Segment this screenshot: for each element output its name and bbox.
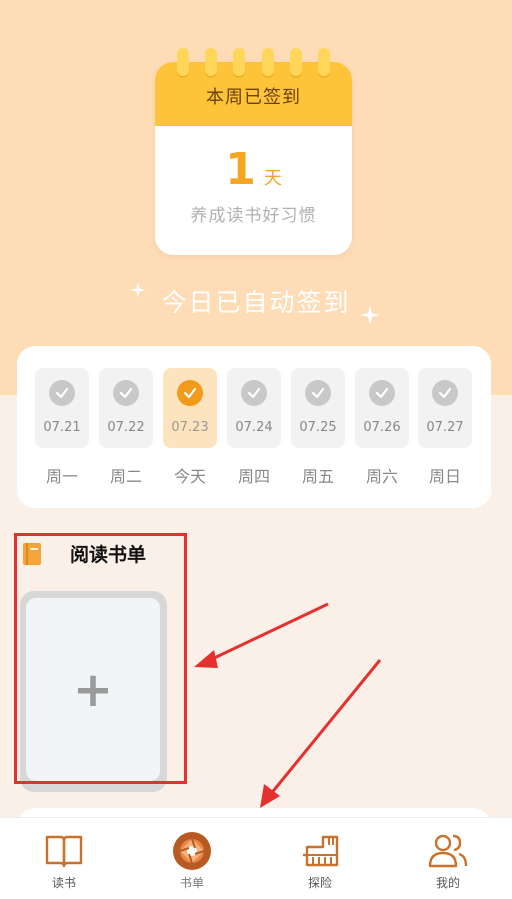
weekday-label: 周日 — [428, 467, 461, 486]
day-cell: 07.21 — [35, 368, 89, 448]
nav-item-profile[interactable]: 我的 — [384, 818, 512, 899]
day-cell-today: 07.23 — [163, 368, 217, 448]
aperture-icon — [173, 832, 211, 870]
check-icon — [49, 380, 75, 406]
day-date: 07.22 — [107, 420, 145, 435]
checkin-calendar-card: 本周已签到 1 天 养成读书好习惯 — [155, 62, 352, 255]
check-icon — [305, 380, 331, 406]
day-date: 07.25 — [299, 420, 337, 435]
day-cell: 07.26 — [355, 368, 409, 448]
check-icon — [432, 380, 458, 406]
bottom-nav: 读书 书单 探险 我的 — [0, 817, 512, 899]
days-count: 1 — [225, 144, 256, 195]
day-cell: 07.24 — [227, 368, 281, 448]
weekday-label: 周五 — [301, 467, 334, 486]
weekday-label: 周一 — [45, 467, 78, 486]
nav-label: 书单 — [179, 876, 204, 890]
nav-label: 探险 — [307, 876, 332, 890]
weekday-label: 周二 — [109, 467, 142, 486]
check-icon — [113, 380, 139, 406]
check-icon — [177, 380, 203, 406]
weekday-label: 今天 — [173, 467, 206, 486]
day-date: 07.27 — [426, 420, 464, 435]
days-unit: 天 — [263, 168, 282, 189]
day-cell: 07.22 — [99, 368, 153, 448]
check-icon — [241, 380, 267, 406]
auto-signed-text: 今日已自动签到 — [161, 288, 351, 317]
day-date: 07.24 — [235, 420, 273, 435]
day-date: 07.21 — [43, 420, 81, 435]
piano-icon — [303, 835, 339, 867]
check-icon — [369, 380, 395, 406]
day-cell: 07.25 — [291, 368, 345, 448]
habit-slogan: 养成读书好习惯 — [190, 206, 317, 226]
weekday-label: 周四 — [237, 467, 270, 486]
ring-icon — [318, 48, 330, 78]
annotation-box-reading-list — [14, 533, 187, 784]
calendar-rings — [155, 48, 352, 88]
book-open-icon — [45, 835, 83, 868]
days-counter: 1 天 — [155, 144, 352, 195]
ring-icon — [177, 48, 189, 78]
nav-item-read[interactable]: 读书 — [0, 818, 128, 899]
nav-label: 我的 — [435, 876, 460, 890]
sparkle-icon — [130, 282, 146, 298]
day-date: 07.23 — [171, 420, 209, 435]
nav-label: 读书 — [51, 876, 76, 890]
day-cell: 07.27 — [418, 368, 472, 448]
day-date: 07.26 — [363, 420, 401, 435]
week-checkin-card: 07.21 周一 07.22 周二 07.23 今天 07.24 周四 07.25 周五 07.26… — [17, 346, 491, 508]
weekday-label: 周六 — [365, 467, 398, 486]
nav-item-explore[interactable]: 探险 — [256, 818, 384, 899]
sparkle-icon — [360, 305, 380, 325]
ring-icon — [205, 48, 217, 78]
nav-item-booklist[interactable]: 书单 — [128, 818, 256, 899]
ring-icon — [290, 48, 302, 78]
ring-icon — [233, 48, 245, 78]
users-icon — [428, 834, 468, 868]
ring-icon — [262, 48, 274, 78]
